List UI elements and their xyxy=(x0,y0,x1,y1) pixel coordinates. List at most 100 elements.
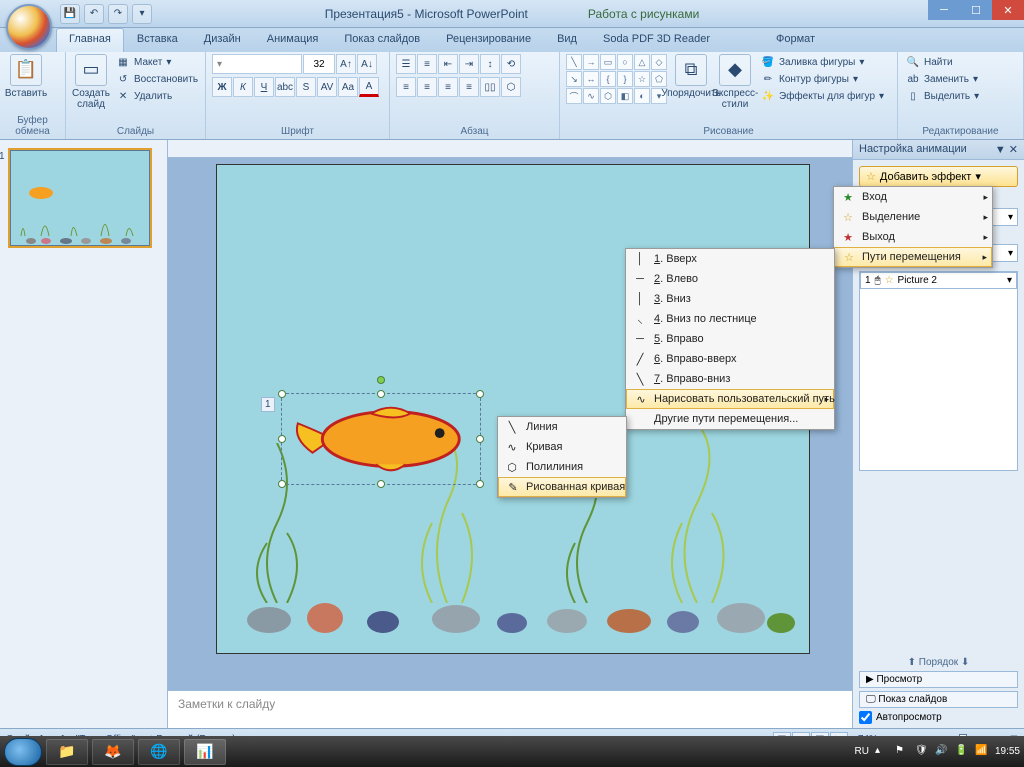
convert-smartart[interactable]: ⬡ xyxy=(501,77,521,97)
autopreview-checkbox[interactable]: Автопросмотр xyxy=(859,711,1018,724)
font-color-button[interactable]: A xyxy=(359,77,379,97)
menu-item-more-paths[interactable]: Другие пути перемещения... xyxy=(626,409,834,429)
tab-animation[interactable]: Анимация xyxy=(254,28,332,52)
shape-outline-button[interactable]: ✏Контур фигуры ▾ xyxy=(759,71,886,87)
font-size-select[interactable]: 32 xyxy=(303,54,335,74)
tray-language[interactable]: RU xyxy=(855,746,869,757)
align-right[interactable]: ≡ xyxy=(438,77,458,97)
shape-fill-button[interactable]: 🪣Заливка фигуры ▾ xyxy=(759,54,886,70)
menu-item[interactable]: ╲Линия xyxy=(498,417,626,437)
selected-shape-fish[interactable] xyxy=(281,393,481,485)
list-item[interactable]: 1🖱☆Picture 2▾ xyxy=(860,272,1017,289)
delete-button[interactable]: ✕Удалить xyxy=(114,88,200,104)
resize-handle[interactable] xyxy=(476,435,484,443)
resize-handle[interactable] xyxy=(476,480,484,488)
grow-font[interactable]: A↑ xyxy=(336,54,356,74)
arrange-button[interactable]: ⧉Упорядочить xyxy=(671,54,711,99)
select-button[interactable]: ▯Выделить ▾ xyxy=(904,88,981,104)
replace-button[interactable]: abЗаменить ▾ xyxy=(904,71,981,87)
bold-button[interactable]: Ж xyxy=(212,77,232,97)
task-item[interactable]: 📊 xyxy=(184,739,226,765)
preview-button[interactable]: ▶ Просмотр xyxy=(859,671,1018,688)
tab-sodapdf[interactable]: Soda PDF 3D Reader xyxy=(590,28,723,52)
menu-item[interactable]: │1. Вверх xyxy=(626,249,834,269)
tab-review[interactable]: Рецензирование xyxy=(433,28,544,52)
menu-item[interactable]: ☆Пути перемещения▸ xyxy=(834,247,992,267)
line-spacing[interactable]: ↕ xyxy=(480,54,500,74)
qat-undo[interactable]: ↶ xyxy=(84,4,104,24)
paste-button[interactable]: 📋Вставить xyxy=(6,54,46,99)
tab-view[interactable]: Вид xyxy=(544,28,590,52)
start-button[interactable] xyxy=(4,738,42,766)
slide-thumbnail-panel[interactable]: 1 xyxy=(0,140,168,728)
task-item[interactable]: 🦊 xyxy=(92,739,134,765)
resize-handle[interactable] xyxy=(278,390,286,398)
align-justify[interactable]: ≡ xyxy=(459,77,479,97)
tab-slideshow[interactable]: Показ слайдов xyxy=(331,28,433,52)
task-item[interactable]: 🌐 xyxy=(138,739,180,765)
menu-item[interactable]: ─5. Вправо xyxy=(626,329,834,349)
resize-handle[interactable] xyxy=(377,480,385,488)
quick-styles-button[interactable]: ◆Экспресс-стили xyxy=(715,54,755,110)
rotate-handle[interactable] xyxy=(377,376,385,384)
qat-redo[interactable]: ↷ xyxy=(108,4,128,24)
menu-item[interactable]: ⬡Полилиния xyxy=(498,457,626,477)
indent-inc[interactable]: ⇥ xyxy=(459,54,479,74)
layout-button[interactable]: ▦Макет ▾ xyxy=(114,54,200,70)
align-center[interactable]: ≡ xyxy=(417,77,437,97)
tab-format[interactable]: Формат xyxy=(763,28,828,52)
menu-item[interactable]: ╲7. Вправо-вниз xyxy=(626,369,834,389)
qat-custom[interactable]: ▾ xyxy=(132,4,152,24)
spacing-button[interactable]: AV xyxy=(317,77,337,97)
menu-item[interactable]: ☆Выделение▸ xyxy=(834,207,992,227)
tab-design[interactable]: Дизайн xyxy=(191,28,254,52)
underline-button[interactable]: Ч xyxy=(254,77,274,97)
menu-item[interactable]: ★Выход▸ xyxy=(834,227,992,247)
shadow-button[interactable]: S xyxy=(296,77,316,97)
tab-insert[interactable]: Вставка xyxy=(124,28,191,52)
menu-item[interactable]: ─2. Влево xyxy=(626,269,834,289)
italic-button[interactable]: К xyxy=(233,77,253,97)
text-direction[interactable]: ⟲ xyxy=(501,54,521,74)
resize-handle[interactable] xyxy=(278,435,286,443)
bullets-button[interactable]: ☰ xyxy=(396,54,416,74)
add-effect-button[interactable]: ☆Добавить эффект ▾ xyxy=(859,166,1018,187)
system-tray[interactable]: RU ▴⚑🛡🔊🔋📶 19:55 xyxy=(855,745,1020,759)
slideshow-button[interactable]: 🖵 Показ слайдов xyxy=(859,691,1018,708)
tray-clock[interactable]: 19:55 xyxy=(995,746,1020,757)
slide-thumbnail[interactable]: 1 xyxy=(10,150,150,246)
window-close[interactable]: ✕ xyxy=(992,0,1024,20)
align-left[interactable]: ≡ xyxy=(396,77,416,97)
notes-pane[interactable]: Заметки к слайду xyxy=(168,690,852,728)
qat-save[interactable]: 💾 xyxy=(60,4,80,24)
task-item[interactable]: 📁 xyxy=(46,739,88,765)
tab-home[interactable]: Главная xyxy=(56,28,124,52)
columns[interactable]: ▯▯ xyxy=(480,77,500,97)
case-button[interactable]: Aa xyxy=(338,77,358,97)
menu-item[interactable]: ╱6. Вправо-вверх xyxy=(626,349,834,369)
menu-item[interactable]: │3. Вниз xyxy=(626,289,834,309)
menu-item-custom-path[interactable]: ∿Нарисовать пользовательский путь▸ xyxy=(626,389,834,409)
office-button[interactable] xyxy=(6,4,52,50)
shape-effects-button[interactable]: ✨Эффекты для фигур ▾ xyxy=(759,88,886,104)
window-minimize[interactable]: ─ xyxy=(928,0,960,20)
animpane-close[interactable]: ▼ ✕ xyxy=(995,143,1018,156)
shapes-gallery[interactable]: ╲→▭○△◇ ↘↔{}☆⬠ ⌒∿⬡◧◐▾ xyxy=(566,54,667,104)
resize-handle[interactable] xyxy=(476,390,484,398)
reset-button[interactable]: ↺Восстановить xyxy=(114,71,200,87)
animation-effects-list[interactable]: 1🖱☆Picture 2▾ xyxy=(859,271,1018,471)
menu-item[interactable]: ⸜4. Вниз по лестнице xyxy=(626,309,834,329)
menu-item[interactable]: ✎Рисованная кривая xyxy=(498,477,626,497)
menu-item[interactable]: ★Вход▸ xyxy=(834,187,992,207)
find-button[interactable]: 🔍Найти xyxy=(904,54,981,70)
resize-handle[interactable] xyxy=(377,390,385,398)
menu-item[interactable]: ∿Кривая xyxy=(498,437,626,457)
font-family-select[interactable]: ▾ xyxy=(212,54,302,74)
new-slide-button[interactable]: ▭Создать слайд xyxy=(72,54,110,110)
shrink-font[interactable]: A↓ xyxy=(357,54,377,74)
indent-dec[interactable]: ⇤ xyxy=(438,54,458,74)
strike-button[interactable]: abc xyxy=(275,77,295,97)
numbering-button[interactable]: ≡ xyxy=(417,54,437,74)
window-maximize[interactable]: ☐ xyxy=(960,0,992,20)
resize-handle[interactable] xyxy=(278,480,286,488)
